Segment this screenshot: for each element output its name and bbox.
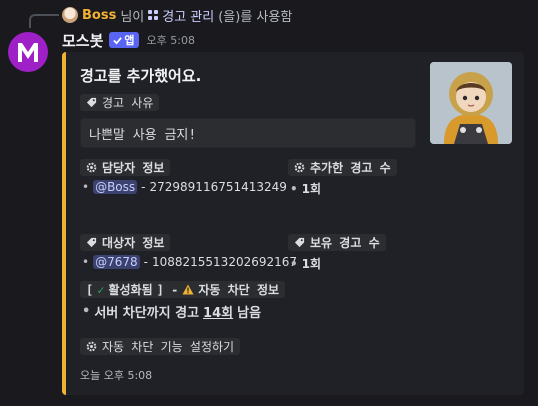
embed-thumbnail[interactable] bbox=[430, 62, 512, 144]
bullet: • bbox=[290, 181, 298, 196]
moderator-label-text: 담당자 정보 bbox=[102, 161, 165, 175]
app-badge-label: 앱 bbox=[124, 34, 135, 47]
bot-avatar[interactable] bbox=[8, 32, 48, 72]
reply-text-before: 님이 bbox=[120, 9, 145, 25]
tag-icon bbox=[86, 97, 97, 108]
check-icon: ✓ bbox=[97, 282, 105, 297]
held-count-value: • 1회 bbox=[290, 255, 321, 272]
auto-ban-settings-link[interactable]: 자동 차단 기능 설정하기 bbox=[80, 338, 241, 355]
warning-icon bbox=[182, 284, 194, 295]
ban-text-before: 서버 차단까지 경고 bbox=[94, 306, 200, 321]
app-badge: 앱 bbox=[109, 32, 139, 48]
auto-ban-status-label: [ ✓ 활성화됨 ] - 자동 차단 정보 bbox=[80, 281, 286, 298]
slash-command-icon bbox=[148, 10, 159, 20]
status-title: 자동 차단 정보 bbox=[198, 283, 280, 297]
bullet: • bbox=[82, 180, 90, 194]
tag-icon bbox=[294, 237, 305, 248]
target-mention[interactable]: @7678 bbox=[93, 255, 140, 269]
dash: - bbox=[143, 255, 148, 269]
reply-connector bbox=[29, 14, 59, 28]
reply-username[interactable]: Boss bbox=[82, 8, 116, 23]
target-id: 1088215513202692167 bbox=[151, 255, 298, 269]
embed-title: 경고를 추가했어요. bbox=[80, 67, 202, 85]
gear-icon bbox=[86, 162, 97, 173]
bullet: • bbox=[290, 256, 298, 271]
bot-name[interactable]: 모스봇 bbox=[62, 30, 103, 51]
auto-ban-remaining: • 서버 차단까지 경고 14회 남음 bbox=[82, 302, 261, 321]
status-close: ] - bbox=[156, 282, 179, 297]
ban-count: 14회 bbox=[203, 306, 234, 321]
warning-embed: 경고를 추가했어요. 경고 사유 나쁜말 사용 금지! 담당자 정보 • @Bo… bbox=[62, 52, 524, 395]
moderator-value: • @Boss - 272989116751413249 bbox=[82, 180, 287, 194]
bullet: • bbox=[82, 255, 90, 269]
message-timestamp[interactable]: 오후 5:08 bbox=[147, 32, 195, 48]
target-value: • @7678 - 1088215513202692167 bbox=[82, 255, 297, 269]
verified-check-icon bbox=[113, 36, 123, 45]
bot-logo-icon bbox=[18, 43, 38, 62]
reply-avatar[interactable] bbox=[62, 7, 78, 23]
moderator-id: 272989116751413249 bbox=[149, 180, 287, 194]
reason-text: 나쁜말 사용 금지! bbox=[89, 127, 197, 143]
ban-text-after: 남음 bbox=[237, 306, 262, 321]
dash: - bbox=[141, 180, 146, 194]
held-count: 1회 bbox=[301, 257, 322, 271]
added-count: 1회 bbox=[301, 182, 322, 196]
tag-icon bbox=[86, 237, 97, 248]
reason-label-text: 경고 사유 bbox=[102, 96, 154, 110]
command-name[interactable]: 경고 관리 bbox=[162, 6, 214, 25]
gear-icon bbox=[86, 341, 97, 352]
reason-codeblock: 나쁜말 사용 금지! bbox=[80, 118, 416, 148]
reply-context[interactable]: Boss 님이 경고 관리 (을)를 사용함 bbox=[62, 6, 293, 25]
status-open: [ bbox=[86, 282, 94, 297]
target-label: 대상자 정보 bbox=[80, 234, 171, 251]
bullet: • bbox=[82, 304, 91, 319]
settings-link-text[interactable]: 자동 차단 기능 설정하기 bbox=[102, 338, 234, 355]
embed-footer-timestamp: 오늘 오후 5:08 bbox=[80, 369, 153, 382]
held-count-label-text: 보유 경고 수 bbox=[310, 236, 380, 250]
reason-label: 경고 사유 bbox=[80, 94, 160, 111]
astronaut-thumbnail-icon bbox=[430, 62, 512, 144]
message-header: 모스봇 앱 오후 5:08 bbox=[62, 30, 195, 50]
added-count-label-text: 추가한 경고 수 bbox=[310, 161, 391, 175]
target-label-text: 대상자 정보 bbox=[102, 236, 165, 250]
moderator-label: 담당자 정보 bbox=[80, 159, 171, 176]
gear-icon bbox=[294, 162, 305, 173]
reply-text-after: (을)를 사용함 bbox=[218, 9, 293, 25]
status-enabled: 활성화됨 bbox=[108, 283, 153, 297]
added-count-label: 추가한 경고 수 bbox=[288, 159, 397, 176]
moderator-mention[interactable]: @Boss bbox=[93, 180, 138, 194]
added-count-value: • 1회 bbox=[290, 180, 321, 197]
held-count-label: 보유 경고 수 bbox=[288, 234, 386, 251]
